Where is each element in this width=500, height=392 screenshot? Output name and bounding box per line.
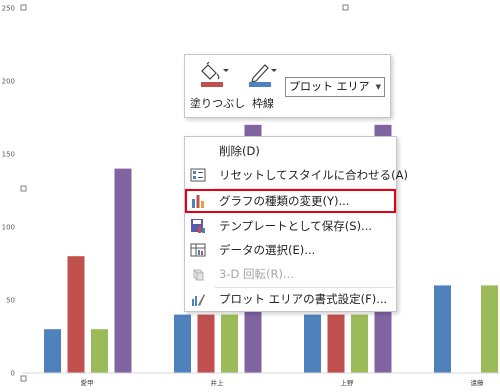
y-tick-label: 250 xyxy=(2,5,15,13)
chart-bar[interactable] xyxy=(481,285,498,373)
delete-icon xyxy=(190,143,206,159)
chart-bar[interactable] xyxy=(91,329,108,373)
chart-bar[interactable] xyxy=(174,314,191,373)
y-tick-label: 150 xyxy=(2,151,15,159)
x-category-label: 遠藤 xyxy=(471,378,485,387)
menu-item-delete[interactable]: 削除(D) xyxy=(185,139,396,163)
y-tick-label: 50 xyxy=(6,297,15,305)
chart-bar[interactable] xyxy=(304,314,321,373)
context-menu: 削除(D) リセットしてスタイルに合わせる(A) グラフの種類の変更(Y)... xyxy=(184,136,408,312)
reset-style-icon xyxy=(190,167,206,183)
x-category-label: 上野 xyxy=(341,378,355,387)
chart-element-select-value: プロット エリア xyxy=(289,80,370,93)
y-tick-label: 0 xyxy=(11,370,15,378)
menu-item-select-data[interactable]: データの選択(E)... xyxy=(185,238,396,262)
selection-handle-middle-left[interactable] xyxy=(20,185,27,192)
selection-handle-top-left[interactable] xyxy=(20,4,27,11)
x-category-label: 井上 xyxy=(211,378,225,387)
chart-bar[interactable] xyxy=(351,314,368,373)
chart-bar[interactable] xyxy=(114,168,132,373)
menu-item-save-template[interactable]: テンプレートとして保存(S)... xyxy=(185,214,396,238)
outline-button[interactable]: 枠線 xyxy=(245,59,281,115)
fill-label: 塗りつぶし xyxy=(190,97,246,110)
paint-bucket-icon xyxy=(199,61,231,92)
pencil-icon xyxy=(247,61,279,92)
menu-item-reset-style[interactable]: リセットしてスタイルに合わせる(A) xyxy=(185,163,408,187)
outline-label: 枠線 xyxy=(252,97,274,110)
format-plot-area-icon xyxy=(190,291,206,307)
select-data-icon xyxy=(190,242,206,258)
fill-button[interactable]: 塗りつぶし xyxy=(190,59,246,115)
chart-bar[interactable] xyxy=(197,314,215,373)
x-category-label: 愛甲 xyxy=(81,378,94,387)
dropdown-arrow-icon[interactable]: ▼ xyxy=(376,78,381,96)
menu-item-3d-rotation[interactable]: 3-D 回転(R)... xyxy=(185,262,396,286)
chart-bar[interactable] xyxy=(67,256,85,373)
chart-bar[interactable] xyxy=(434,285,451,373)
selection-handle-top-middle[interactable] xyxy=(342,4,349,11)
selection-handle-bottom-left[interactable] xyxy=(20,375,27,382)
mini-toolbar: 塗りつぶし 枠線 プロット エリア ▼ xyxy=(184,54,391,118)
chart-bar[interactable] xyxy=(221,314,238,373)
save-template-icon xyxy=(190,218,206,234)
chart-element-select[interactable]: プロット エリア ▼ xyxy=(285,77,385,97)
menu-item-change-chart-type[interactable]: グラフの種類の変更(Y)... xyxy=(185,189,396,213)
3d-rotation-icon xyxy=(190,266,206,282)
y-tick-label: 200 xyxy=(2,78,15,86)
chart-bar[interactable] xyxy=(327,314,345,373)
menu-item-format-plot-area[interactable]: プロット エリアの書式設定(F)... xyxy=(185,287,396,311)
chart-bar[interactable] xyxy=(44,329,61,373)
y-tick-label: 100 xyxy=(2,224,15,232)
chart-type-icon xyxy=(190,193,206,209)
